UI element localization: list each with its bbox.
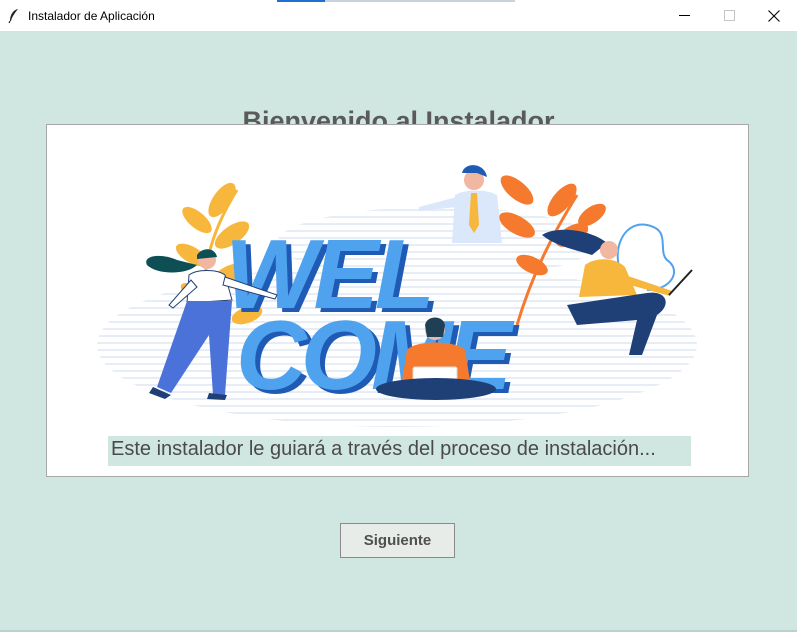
title-bar-accent-secondary [325,0,515,2]
title-bar-accent [277,0,325,2]
feather-icon [8,9,18,24]
maximize-icon [723,10,735,21]
maximize-button[interactable] [706,0,752,31]
installer-subtitle: Este instalador le guiará a través del p… [108,436,659,463]
minimize-button[interactable] [661,0,707,31]
close-button[interactable] [751,0,797,31]
title-bar: Instalador de Aplicación [0,0,797,31]
welcome-illustration: WEL WEL COME COME [97,165,697,466]
close-icon [768,9,780,22]
minimize-icon [678,15,690,16]
welcome-panel: WEL WEL COME COME Este instalador le gui… [46,124,749,477]
next-button[interactable]: Siguiente [340,523,455,558]
window-title: Instalador de Aplicación [28,9,155,23]
